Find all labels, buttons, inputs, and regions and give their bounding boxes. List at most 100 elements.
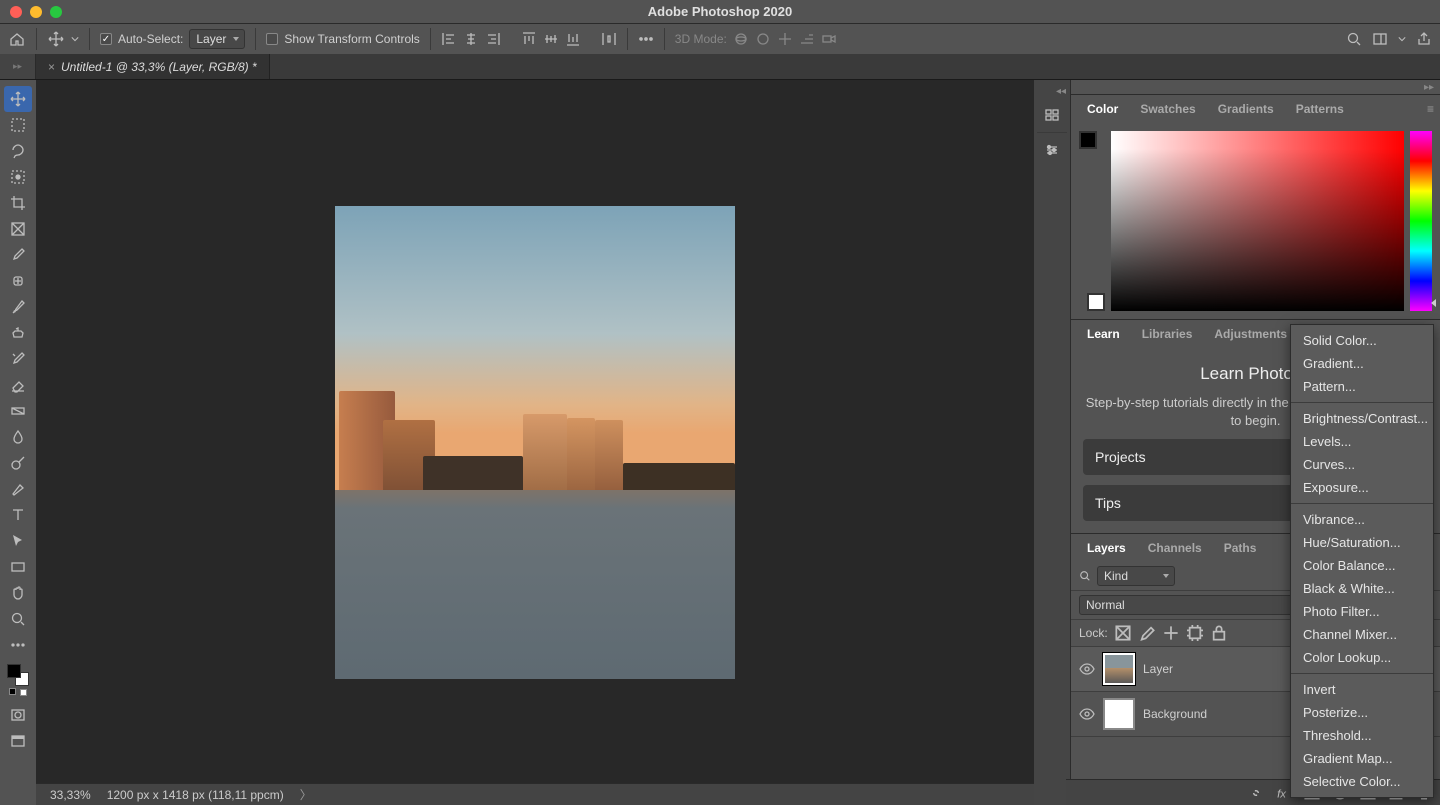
move-tool[interactable]	[4, 86, 32, 112]
menu-item[interactable]: Threshold...	[1291, 724, 1433, 747]
history-panel-icon[interactable]	[1037, 98, 1067, 132]
history-brush-tool[interactable]	[4, 346, 32, 372]
screen-mode-icon[interactable]	[4, 728, 32, 754]
tab-channels[interactable]: Channels	[1138, 536, 1212, 560]
brush-tool[interactable]	[4, 294, 32, 320]
layer-filter-kind-select[interactable]: Kind	[1097, 566, 1175, 586]
path-select-tool[interactable]	[4, 528, 32, 554]
rectangle-tool[interactable]	[4, 554, 32, 580]
menu-item[interactable]: Posterize...	[1291, 701, 1433, 724]
menu-item[interactable]: Color Balance...	[1291, 554, 1433, 577]
panel-collapse-icon[interactable]: ▸▸	[0, 54, 36, 79]
tab-layers[interactable]: Layers	[1077, 536, 1136, 560]
tab-color[interactable]: Color	[1077, 97, 1128, 121]
search-icon[interactable]	[1346, 31, 1362, 47]
layer-name[interactable]: Background	[1143, 707, 1207, 721]
layer-thumbnail[interactable]	[1103, 698, 1135, 730]
menu-item[interactable]: Invert	[1291, 678, 1433, 701]
default-colors-icon[interactable]	[9, 688, 27, 696]
menu-item[interactable]: Exposure...	[1291, 476, 1433, 499]
document-canvas[interactable]	[335, 206, 735, 679]
dodge-tool[interactable]	[4, 450, 32, 476]
visibility-toggle-icon[interactable]	[1079, 661, 1095, 677]
align-hcenter-icon[interactable]	[463, 31, 479, 47]
menu-item[interactable]: Selective Color...	[1291, 770, 1433, 793]
pen-tool[interactable]	[4, 476, 32, 502]
right-panel-expand-icon[interactable]: ▸▸	[1071, 80, 1440, 94]
quick-select-tool[interactable]	[4, 164, 32, 190]
auto-select-target-select[interactable]: Layer	[189, 29, 245, 49]
lock-position-icon[interactable]	[1162, 624, 1180, 642]
lock-all-icon[interactable]	[1210, 624, 1228, 642]
document-tab[interactable]: × Untitled-1 @ 33,3% (Layer, RGB/8) *	[36, 54, 270, 79]
eraser-tool[interactable]	[4, 372, 32, 398]
clone-stamp-tool[interactable]	[4, 320, 32, 346]
frame-tool[interactable]	[4, 216, 32, 242]
lock-artboard-icon[interactable]	[1186, 624, 1204, 642]
layer-thumbnail[interactable]	[1103, 653, 1135, 685]
color-panel-menu-icon[interactable]: ≡	[1427, 102, 1434, 116]
distribute-h-icon[interactable]	[601, 31, 617, 47]
workspace-switcher-icon[interactable]	[1372, 31, 1388, 47]
foreground-background-swatch[interactable]	[7, 664, 29, 686]
tab-libraries[interactable]: Libraries	[1132, 322, 1203, 346]
lock-image-icon[interactable]	[1138, 624, 1156, 642]
auto-select-checkbox[interactable]	[100, 33, 112, 45]
menu-item[interactable]: Gradient Map...	[1291, 747, 1433, 770]
move-tool-icon[interactable]	[47, 30, 65, 48]
align-left-icon[interactable]	[441, 31, 457, 47]
menu-item[interactable]: Color Lookup...	[1291, 646, 1433, 669]
show-transform-checkbox[interactable]	[266, 33, 278, 45]
layer-name[interactable]: Layer	[1143, 662, 1173, 676]
link-layers-icon[interactable]	[1248, 785, 1264, 801]
gradient-tool[interactable]	[4, 398, 32, 424]
tab-swatches[interactable]: Swatches	[1130, 97, 1205, 121]
home-icon[interactable]	[8, 30, 26, 48]
lasso-tool[interactable]	[4, 138, 32, 164]
quick-mask-icon[interactable]	[4, 702, 32, 728]
menu-item[interactable]: Pattern...	[1291, 375, 1433, 398]
marquee-tool[interactable]	[4, 112, 32, 138]
menu-item[interactable]: Photo Filter...	[1291, 600, 1433, 623]
hue-slider[interactable]	[1410, 131, 1432, 311]
chevron-down-icon[interactable]	[1398, 31, 1406, 47]
tab-patterns[interactable]: Patterns	[1286, 97, 1354, 121]
color-field-picker[interactable]	[1111, 131, 1404, 311]
status-zoom[interactable]: 33,33%	[50, 788, 91, 802]
healing-brush-tool[interactable]	[4, 268, 32, 294]
menu-item[interactable]: Levels...	[1291, 430, 1433, 453]
close-tab-icon[interactable]: ×	[48, 60, 55, 74]
menu-item[interactable]: Gradient...	[1291, 352, 1433, 375]
eyedropper-tool[interactable]	[4, 242, 32, 268]
tab-learn[interactable]: Learn	[1077, 322, 1130, 346]
zoom-tool[interactable]	[4, 606, 32, 632]
align-bottom-icon[interactable]	[565, 31, 581, 47]
properties-panel-icon[interactable]	[1037, 132, 1067, 166]
align-right-icon[interactable]	[485, 31, 501, 47]
tab-adjustments[interactable]: Adjustments	[1204, 322, 1297, 346]
hand-tool[interactable]	[4, 580, 32, 606]
menu-item[interactable]: Channel Mixer...	[1291, 623, 1433, 646]
menu-item[interactable]: Vibrance...	[1291, 508, 1433, 531]
tab-gradients[interactable]: Gradients	[1208, 97, 1284, 121]
status-flyout-icon[interactable]: 〉	[300, 786, 312, 803]
dock-expand-icon[interactable]: ◂◂	[1038, 84, 1066, 98]
chevron-down-icon[interactable]	[71, 31, 79, 47]
more-options-icon[interactable]	[638, 31, 654, 47]
share-icon[interactable]	[1416, 31, 1432, 47]
tab-paths[interactable]: Paths	[1214, 536, 1267, 560]
lock-transparency-icon[interactable]	[1114, 624, 1132, 642]
search-icon[interactable]	[1079, 570, 1091, 582]
visibility-toggle-icon[interactable]	[1079, 706, 1095, 722]
menu-item[interactable]: Brightness/Contrast...	[1291, 407, 1433, 430]
align-vcenter-icon[interactable]	[543, 31, 559, 47]
menu-item[interactable]: Hue/Saturation...	[1291, 531, 1433, 554]
color-fgbg-swatch[interactable]	[1079, 131, 1105, 311]
align-top-icon[interactable]	[521, 31, 537, 47]
menu-item[interactable]: Solid Color...	[1291, 329, 1433, 352]
blur-tool[interactable]	[4, 424, 32, 450]
type-tool[interactable]	[4, 502, 32, 528]
menu-item[interactable]: Curves...	[1291, 453, 1433, 476]
edit-toolbar-icon[interactable]	[4, 632, 32, 658]
menu-item[interactable]: Black & White...	[1291, 577, 1433, 600]
